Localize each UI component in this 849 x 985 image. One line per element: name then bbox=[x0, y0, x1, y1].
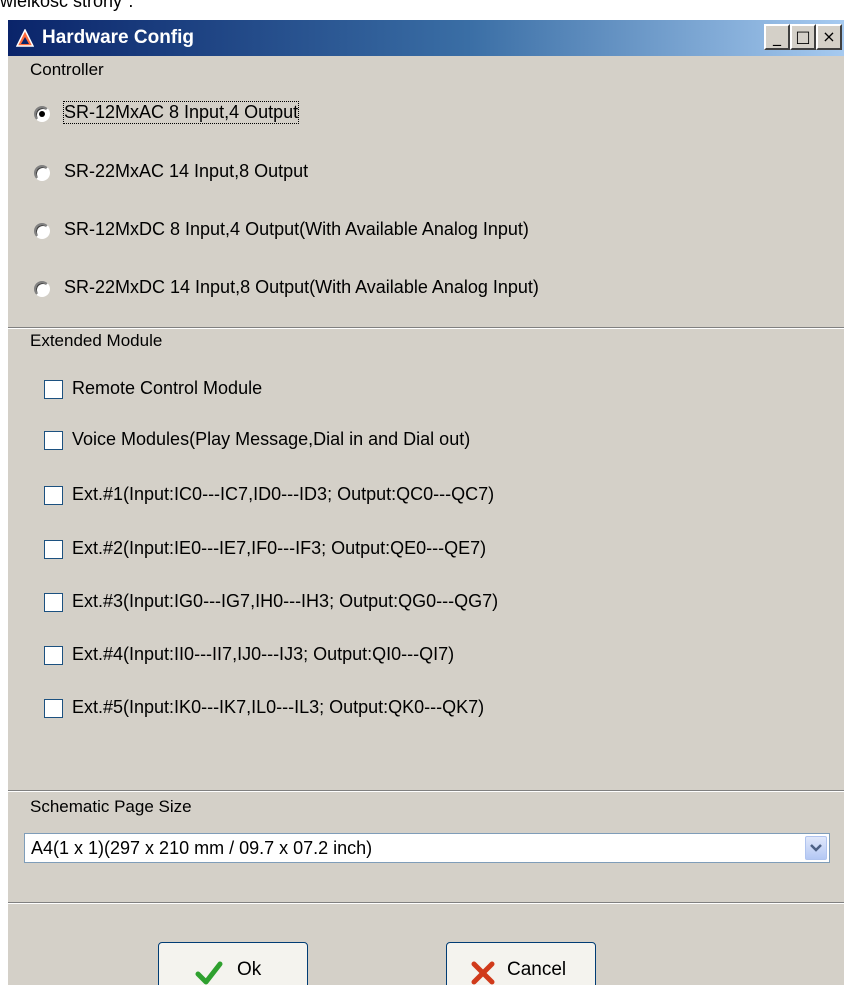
chevron-down-icon bbox=[810, 844, 822, 852]
page-top-text: wielkość strony". bbox=[0, 0, 134, 11]
extended-module-label: Ext.#2(Input:IE0---IE7,IF0---IF3; Output… bbox=[72, 538, 487, 558]
radio-button[interactable] bbox=[34, 106, 50, 122]
radio-button[interactable] bbox=[34, 223, 50, 239]
controller-option-label: SR-12MxDC 8 Input,4 Output(With Availabl… bbox=[64, 219, 529, 239]
radio-selected-dot bbox=[39, 111, 45, 117]
extended-module-label: Ext.#5(Input:IK0---IK7,IL0---IL3; Output… bbox=[72, 697, 485, 717]
minimize-button[interactable]: _ bbox=[764, 24, 790, 50]
checkbox[interactable] bbox=[44, 540, 63, 559]
controller-option-label: SR-12MxAC 8 Input,4 Output bbox=[62, 101, 300, 124]
group-separator bbox=[8, 327, 844, 329]
extended-module-label: Remote Control Module bbox=[72, 378, 263, 398]
page-size-group-label: Schematic Page Size bbox=[30, 797, 196, 817]
title-bar[interactable]: Hardware Config _ □ × bbox=[8, 20, 844, 56]
maximize-button[interactable]: □ bbox=[790, 24, 816, 50]
checkbox[interactable] bbox=[44, 380, 63, 399]
window-title: Hardware Config bbox=[42, 27, 195, 48]
page-size-select[interactable]: A4(1 x 1)(297 x 210 mm / 09.7 x 07.2 inc… bbox=[24, 833, 830, 863]
app-logo-icon bbox=[16, 29, 34, 47]
group-separator bbox=[8, 790, 844, 792]
ok-button-label: Ok bbox=[237, 959, 262, 980]
extended-module-label: Voice Modules(Play Message,Dial in and D… bbox=[72, 429, 471, 449]
controller-option-label: SR-22MxAC 14 Input,8 Output bbox=[64, 161, 309, 181]
checkbox[interactable] bbox=[44, 593, 63, 612]
radio-button[interactable] bbox=[34, 165, 50, 181]
dropdown-button[interactable] bbox=[805, 836, 827, 860]
extended-module-label: Ext.#1(Input:IC0---IC7,ID0---ID3; Output… bbox=[72, 484, 495, 504]
page-size-value: A4(1 x 1)(297 x 210 mm / 09.7 x 07.2 inc… bbox=[31, 838, 373, 858]
close-button[interactable]: × bbox=[816, 24, 842, 50]
controller-group-label: Controller bbox=[30, 60, 108, 80]
checkbox[interactable] bbox=[44, 486, 63, 505]
radio-button[interactable] bbox=[34, 281, 50, 297]
extended-module-label: Ext.#3(Input:IG0---IG7,IH0---IH3; Output… bbox=[72, 591, 499, 611]
extended-module-label: Ext.#4(Input:II0---II7,IJ0---IJ3; Output… bbox=[72, 644, 455, 664]
cancel-button[interactable]: Cancel bbox=[446, 942, 596, 985]
controller-option-label: SR-22MxDC 14 Input,8 Output(With Availab… bbox=[64, 277, 539, 297]
checkbox[interactable] bbox=[44, 431, 63, 450]
checkbox[interactable] bbox=[44, 646, 63, 665]
checkmark-icon bbox=[195, 961, 223, 985]
hardware-config-dialog: Hardware Config _ □ × Controller SR-12Mx… bbox=[8, 20, 844, 985]
cancel-button-label: Cancel bbox=[507, 959, 567, 980]
extended-module-group-label: Extended Module bbox=[30, 331, 167, 351]
ok-button[interactable]: Ok bbox=[158, 942, 308, 985]
checkbox[interactable] bbox=[44, 699, 63, 718]
x-icon bbox=[471, 961, 495, 985]
group-separator bbox=[8, 902, 844, 904]
